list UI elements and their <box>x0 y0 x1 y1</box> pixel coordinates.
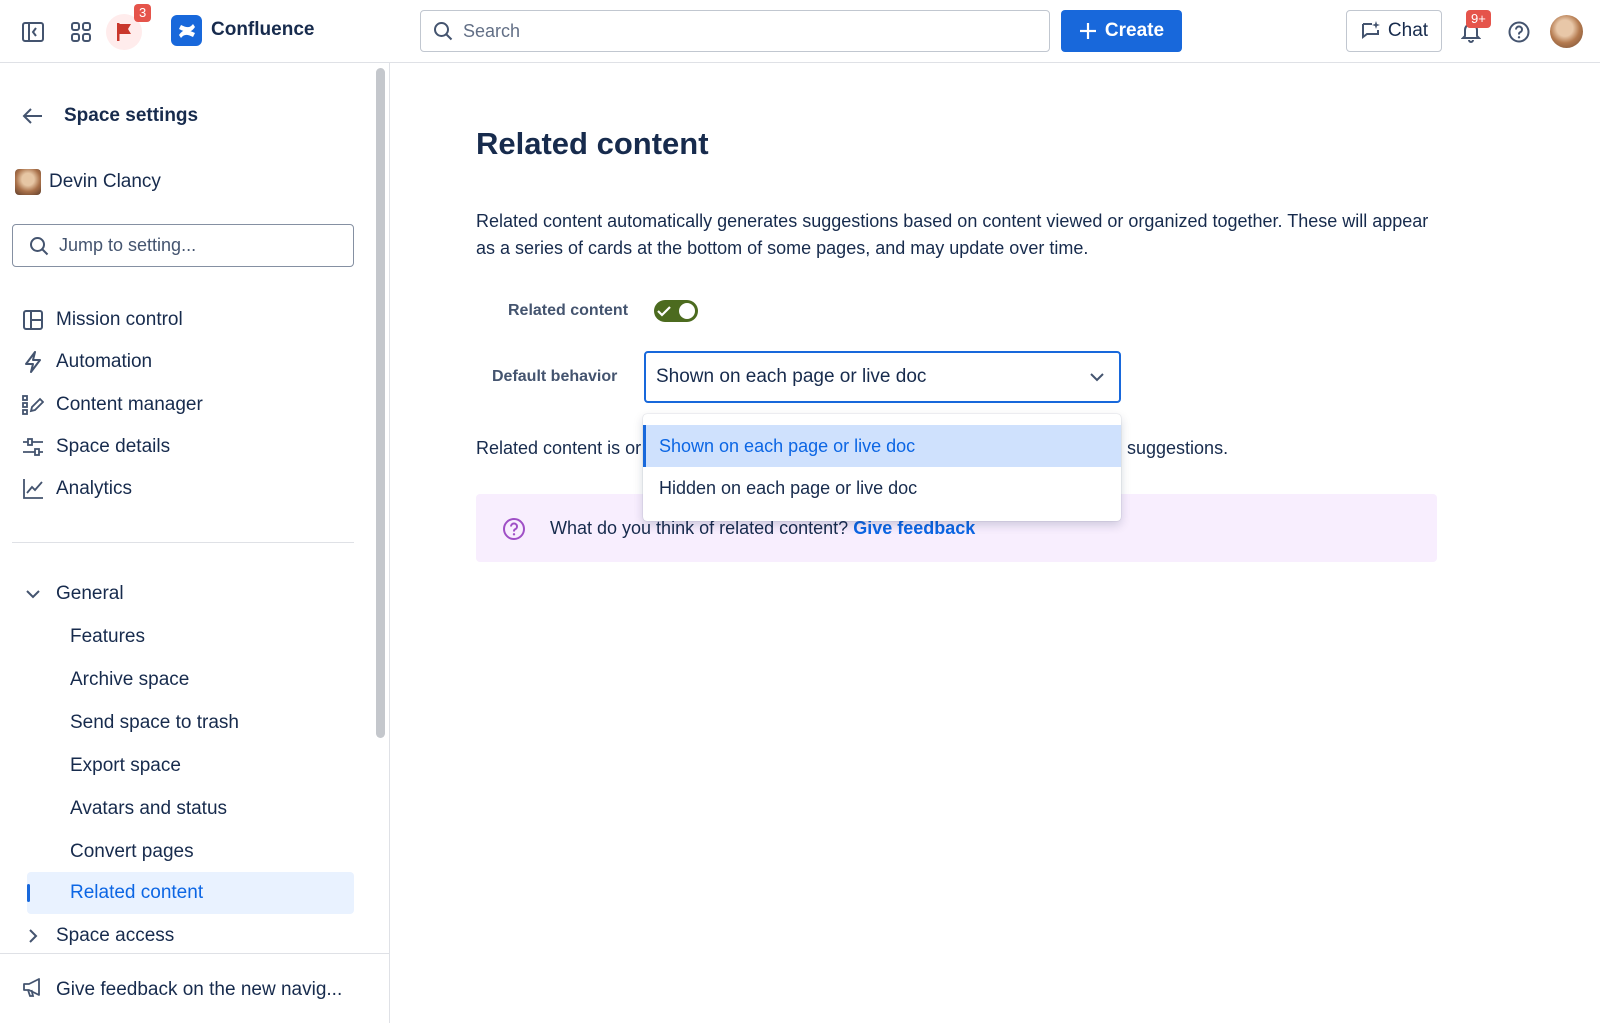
app-title[interactable]: Confluence <box>211 19 314 41</box>
sidebar-item-convert-pages[interactable]: Convert pages <box>70 836 194 868</box>
chart-line-icon <box>22 478 44 500</box>
confluence-logo-icon[interactable] <box>171 15 202 46</box>
content-manager-icon <box>22 394 44 416</box>
chevron-down-icon <box>1090 373 1104 382</box>
sidebar-item-content-manager[interactable]: Content manager <box>22 389 203 421</box>
feedback-banner-text: What do you think of related content? Gi… <box>550 518 975 539</box>
sidebar-scrollbar[interactable] <box>376 68 385 738</box>
sidebar-group-space-access[interactable]: Space access <box>22 920 174 952</box>
sidebar-item-label: Mission control <box>56 309 183 330</box>
flag-icon <box>117 23 131 41</box>
sidebar-item-analytics[interactable]: Analytics <box>22 473 132 505</box>
space-settings-header: Space settings <box>22 105 198 127</box>
dropdown-option-shown[interactable]: Shown on each page or live doc <box>643 425 1121 467</box>
sidebar-item-related-content[interactable]: Related content <box>70 877 203 909</box>
sliders-icon <box>22 436 44 458</box>
sidebar-item-mission-control[interactable]: Mission control <box>22 304 183 336</box>
chevron-down-icon <box>22 583 44 605</box>
default-behavior-dropdown-menu: Shown on each page or live doc Hidden on… <box>643 414 1121 521</box>
check-icon <box>657 306 671 317</box>
sidebar-item-archive-space[interactable]: Archive space <box>70 664 189 696</box>
related-content-status-text-end: suggestions. <box>1127 438 1229 458</box>
give-feedback-link[interactable]: Give feedback <box>853 518 975 538</box>
chevron-right-icon <box>22 925 44 947</box>
space-settings-title: Space settings <box>64 105 199 126</box>
feedback-question: What do you think of related content? <box>550 518 849 538</box>
create-button[interactable]: Create <box>1061 10 1182 52</box>
feedback-navigation-label: Give feedback on the new navig... <box>56 979 343 1000</box>
notification-count-badge: 9+ <box>1466 10 1491 28</box>
sidebar-item-avatars-and-status[interactable]: Avatars and status <box>70 793 227 825</box>
plus-icon <box>1079 23 1096 39</box>
sidebar-item-label: Automation <box>56 351 153 372</box>
sidebar-group-label: Space access <box>56 925 175 946</box>
search-input[interactable] <box>463 20 1023 42</box>
related-content-toggle[interactable] <box>654 300 698 322</box>
space-link[interactable]: Devin Clancy <box>15 169 161 195</box>
help-icon[interactable] <box>1505 18 1533 46</box>
page-description: Related content automatically generates … <box>476 211 1429 258</box>
search-bar[interactable] <box>420 10 1050 52</box>
sidebar-item-send-space-to-trash[interactable]: Send space to trash <box>70 707 239 739</box>
space-name: Devin Clancy <box>49 171 161 192</box>
back-arrow-icon[interactable] <box>22 107 44 125</box>
default-behavior-select[interactable]: Shown on each page or live doc <box>644 351 1121 403</box>
select-value: Shown on each page or live doc <box>656 366 927 387</box>
chat-button-label: Chat <box>1387 20 1429 41</box>
sidebar-item-label: Analytics <box>56 478 133 499</box>
default-behavior-label: Default behavior <box>492 368 618 385</box>
sidebar-item-label: Space details <box>56 436 171 457</box>
related-content-status-text: Related content is or <box>476 438 642 458</box>
top-navigation-bar: 3 Confluence Create Chat 9+ <box>0 0 1600 63</box>
related-content-toggle-label: Related content <box>508 302 629 319</box>
search-icon <box>434 22 453 41</box>
jump-to-setting-input[interactable] <box>59 235 349 256</box>
sidebar-item-features[interactable]: Features <box>70 621 145 653</box>
sidebar-active-indicator <box>27 884 30 902</box>
sidebar-item-label: Content manager <box>56 394 203 415</box>
sidebar-group-label: General <box>56 583 124 604</box>
chat-button[interactable]: Chat <box>1346 10 1442 52</box>
dropdown-option-hidden[interactable]: Hidden on each page or live doc <box>643 467 1121 509</box>
user-avatar[interactable] <box>1550 15 1583 48</box>
create-button-label: Create <box>1104 20 1165 41</box>
sidebar-group-general[interactable]: General <box>22 578 124 610</box>
sidebar-divider <box>12 542 354 543</box>
give-feedback-navigation-link[interactable]: Give feedback on the new navig... <box>22 976 342 1004</box>
sidebar-item-space-details[interactable]: Space details <box>22 431 170 463</box>
sidebar-item-export-space[interactable]: Export space <box>70 750 181 782</box>
chat-sparkle-icon <box>1361 21 1380 39</box>
space-avatar <box>15 169 41 195</box>
question-circle-icon <box>502 517 526 546</box>
search-icon <box>30 236 49 255</box>
layout-icon <box>22 309 44 331</box>
toggle-knob <box>679 303 695 319</box>
flag-count-badge: 3 <box>134 4 152 22</box>
jump-to-setting-field[interactable] <box>12 224 354 267</box>
sidebar-item-automation[interactable]: Automation <box>22 346 152 378</box>
app-switcher-icon[interactable] <box>68 19 94 45</box>
lightning-icon <box>22 351 44 373</box>
sidebar-footer-divider <box>0 953 390 954</box>
megaphone-icon <box>22 976 44 1004</box>
page-title: Related content <box>476 126 709 161</box>
sidebar-collapse-icon[interactable] <box>20 19 46 45</box>
